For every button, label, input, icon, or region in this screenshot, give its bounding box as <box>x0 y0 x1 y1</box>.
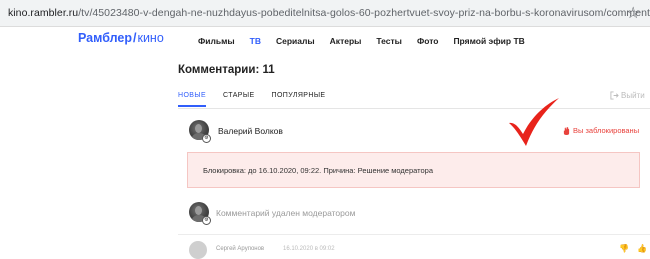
bookmark-star-icon[interactable]: ☆ <box>626 3 640 23</box>
comment-author-avatar[interactable] <box>189 241 207 259</box>
comment-item: Сергей Арупонов 16.10.2020 в 09:02 👎 👍 <box>189 241 650 259</box>
logo-rambler: Рамблер <box>78 31 132 45</box>
logout-icon <box>610 91 619 100</box>
nav-item-live-tv[interactable]: Прямой эфир ТВ <box>453 36 524 46</box>
comment-sort-tabs: НОВЫЕ СТАРЫЕ ПОПУЛЯРНЫЕ <box>178 92 343 107</box>
blocked-status: Вы заблокированы <box>563 126 639 135</box>
deleted-comment-text: Комментарий удален модератором <box>216 208 356 218</box>
tab-old[interactable]: СТАРЫЕ <box>223 92 254 107</box>
comment-votes: 👎 👍 <box>619 244 647 253</box>
block-notice-text: Блокировка: до 16.10.2020, 09:22. Причин… <box>203 166 434 175</box>
logout-label: Выйти <box>621 91 645 100</box>
nav-item-photo[interactable]: Фото <box>417 36 438 46</box>
thumbs-down-icon[interactable]: 👎 <box>619 244 629 253</box>
main-nav: Фильмы ТВ Сериалы Актеры Тесты Фото Прям… <box>198 36 525 46</box>
thumbs-up-icon[interactable]: 👍 <box>637 244 647 253</box>
comments-count-title: Комментарии: 11 <box>178 64 275 76</box>
deleted-comment: ⚙ Комментарий удален модератором <box>189 202 589 225</box>
user-name: Валерий Волков <box>218 126 283 136</box>
avatar-settings-icon: ⚙ <box>202 216 211 225</box>
nav-item-tv[interactable]: ТВ <box>250 36 261 46</box>
red-checkmark-icon <box>509 98 559 146</box>
site-logo[interactable]: Рамблер/кино <box>78 31 164 45</box>
nav-item-films[interactable]: Фильмы <box>198 36 235 46</box>
tab-popular[interactable]: ПОПУЛЯРНЫЕ <box>272 92 326 107</box>
tabs-divider <box>178 108 650 109</box>
logout-button[interactable]: Выйти <box>610 91 645 100</box>
comment-author-name[interactable]: Сергей Арупонов <box>216 246 264 252</box>
comment-date: 16.10.2020 в 09:02 <box>283 246 335 252</box>
url-text[interactable]: kino.rambler.ru/tv/45023480-v-dengah-ne-… <box>8 7 650 19</box>
logo-kino: кино <box>137 31 164 45</box>
block-notice: Блокировка: до 16.10.2020, 09:22. Причин… <box>187 152 640 188</box>
nav-item-tests[interactable]: Тесты <box>376 36 402 46</box>
blocked-label: Вы заблокированы <box>573 126 640 135</box>
browser-address-bar[interactable]: kino.rambler.ru/tv/45023480-v-dengah-ne-… <box>0 0 650 27</box>
nav-item-actors[interactable]: Актеры <box>330 36 362 46</box>
comment-divider <box>178 234 650 235</box>
nav-item-series[interactable]: Сериалы <box>276 36 315 46</box>
avatar-settings-icon[interactable]: ⚙ <box>202 134 211 143</box>
blocked-hand-icon <box>563 126 570 135</box>
logo-slash: / <box>132 31 137 45</box>
tab-new[interactable]: НОВЫЕ <box>178 92 207 107</box>
